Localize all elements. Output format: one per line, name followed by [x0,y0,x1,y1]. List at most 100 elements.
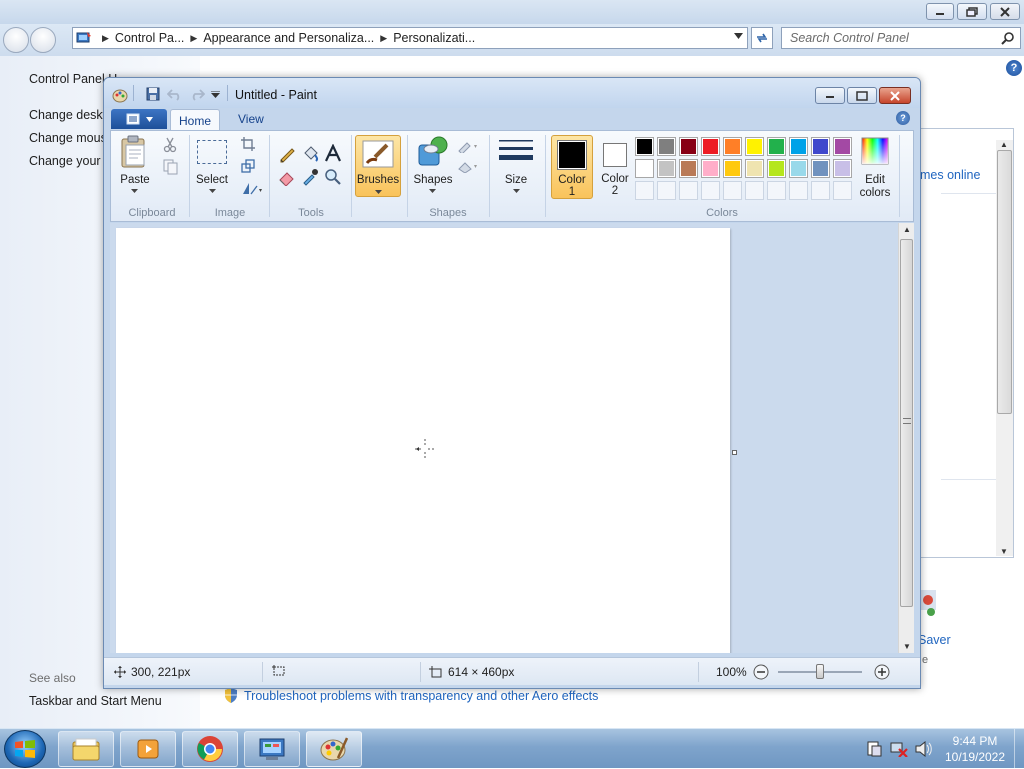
paint-menu-button[interactable] [111,109,167,129]
shapes-button[interactable]: Shapes [413,174,453,186]
address-bar[interactable]: ▶ Control Pa... ▶ Appearance and Persona… [72,27,748,49]
network-icon[interactable] [890,741,908,757]
cp-help-icon[interactable]: ? [1006,60,1022,76]
palette-swatch[interactable] [679,137,698,156]
cp-scrollbar[interactable]: ▲ ▼ [996,140,1013,556]
palette-swatch[interactable] [767,159,786,178]
select-icon[interactable] [197,140,227,164]
save-icon[interactable] [146,87,160,101]
fill-icon[interactable] [301,145,319,163]
cut-icon[interactable] [163,137,177,153]
taskbar-control-panel[interactable] [244,731,300,767]
eraser-icon[interactable] [278,168,296,186]
palette-empty-swatch[interactable] [745,181,764,200]
drawing-canvas[interactable] [116,228,730,653]
select-dropdown-icon[interactable] [209,189,216,193]
palette-empty-swatch[interactable] [767,181,786,200]
search-icon[interactable] [1001,31,1015,45]
palette-swatch[interactable] [745,159,764,178]
shapes-icon[interactable] [417,135,449,167]
tab-view[interactable]: View [238,112,264,126]
palette-swatch[interactable] [701,137,720,156]
cp-link-account[interactable]: Change your a [29,154,111,168]
tab-home[interactable]: Home [170,109,220,131]
palette-empty-swatch[interactable] [701,181,720,200]
breadcrumb-control-panel[interactable]: Control Pa... [115,31,184,45]
paint-minimize-button[interactable] [815,87,845,104]
cp-close-button[interactable] [990,3,1020,20]
outline-icon[interactable] [457,139,481,153]
palette-empty-swatch[interactable] [833,181,852,200]
taskbar-paint[interactable] [306,731,362,767]
taskbar-chrome[interactable] [182,731,238,767]
color-picker-icon[interactable] [301,168,319,186]
paste-dropdown-icon[interactable] [131,189,138,193]
palette-empty-swatch[interactable] [635,181,654,200]
edit-colors-label-2[interactable]: colors [853,187,897,199]
cp-link-desktop[interactable]: Change deskt [29,108,106,122]
troubleshoot-link-text[interactable]: Troubleshoot problems with transparency … [244,689,598,703]
paint-help-icon[interactable]: ? [896,111,910,125]
paste-button[interactable]: Paste [118,174,152,186]
rotate-icon[interactable] [241,181,263,195]
breadcrumb-appearance[interactable]: Appearance and Personaliza... [203,31,374,45]
edit-colors-icon[interactable] [861,137,889,165]
brushes-button[interactable]: Brushes [355,135,401,197]
paste-icon[interactable] [119,135,151,169]
palette-swatch[interactable] [745,137,764,156]
color2-button[interactable]: Color 2 [595,135,635,199]
system-clock[interactable]: 9:44 PM 10/19/2022 [940,733,1010,765]
select-button[interactable]: Select [195,174,229,186]
edit-colors-label[interactable]: Edit [853,174,897,186]
palette-swatch[interactable] [789,159,808,178]
zoom-out-icon[interactable] [753,664,769,680]
undo-icon[interactable] [167,87,183,101]
size-icon[interactable] [499,139,533,165]
palette-empty-swatch[interactable] [723,181,742,200]
redo-icon[interactable] [189,87,205,101]
volume-icon[interactable] [914,741,932,757]
taskbar-media-player[interactable] [120,731,176,767]
text-icon[interactable] [324,144,342,163]
forward-button[interactable] [30,27,56,53]
paint-close-button[interactable] [879,87,911,104]
palette-empty-swatch[interactable] [789,181,808,200]
zoom-in-icon[interactable] [874,664,890,680]
refresh-icon[interactable] [751,27,773,49]
search-input[interactable]: Search Control Panel [781,27,1021,49]
palette-swatch[interactable] [789,137,808,156]
magnifier-icon[interactable] [324,168,342,186]
pencil-icon[interactable] [278,145,296,163]
taskbar-explorer[interactable] [58,731,114,767]
cp-minimize-button[interactable] [926,3,954,20]
palette-swatch[interactable] [811,137,830,156]
fill-shape-icon[interactable] [457,159,481,173]
palette-swatch[interactable] [635,137,654,156]
start-button[interactable] [4,730,46,768]
resize-icon[interactable] [241,159,255,173]
screen-saver-link[interactable]: Saver [918,633,951,647]
taskbar-start-menu-link[interactable]: Taskbar and Start Menu [29,694,162,708]
palette-swatch[interactable] [723,137,742,156]
breadcrumb-personalization[interactable]: Personalizati... [393,31,475,45]
palette-empty-swatch[interactable] [657,181,676,200]
canvas-vertical-scrollbar[interactable]: ▲ ▼ [898,223,914,653]
paint-maximize-button[interactable] [847,87,877,104]
show-desktop-button[interactable] [1014,729,1024,769]
back-button[interactable] [3,27,29,53]
palette-swatch[interactable] [833,137,852,156]
palette-swatch[interactable] [635,159,654,178]
customize-qat-icon[interactable] [211,91,220,98]
troubleshoot-link[interactable]: Troubleshoot problems with transparency … [224,688,598,703]
address-dropdown-icon[interactable] [734,33,743,39]
cp-link-mouse[interactable]: Change mous [29,131,107,145]
action-center-icon[interactable] [866,741,882,757]
crop-icon[interactable] [241,137,255,151]
palette-swatch[interactable] [767,137,786,156]
cp-scrollbar-thumb[interactable] [997,150,1012,414]
palette-swatch[interactable] [811,159,830,178]
zoom-slider-thumb[interactable] [816,664,824,679]
copy-icon[interactable] [163,159,179,175]
palette-empty-swatch[interactable] [679,181,698,200]
size-button[interactable]: Size [496,174,536,186]
